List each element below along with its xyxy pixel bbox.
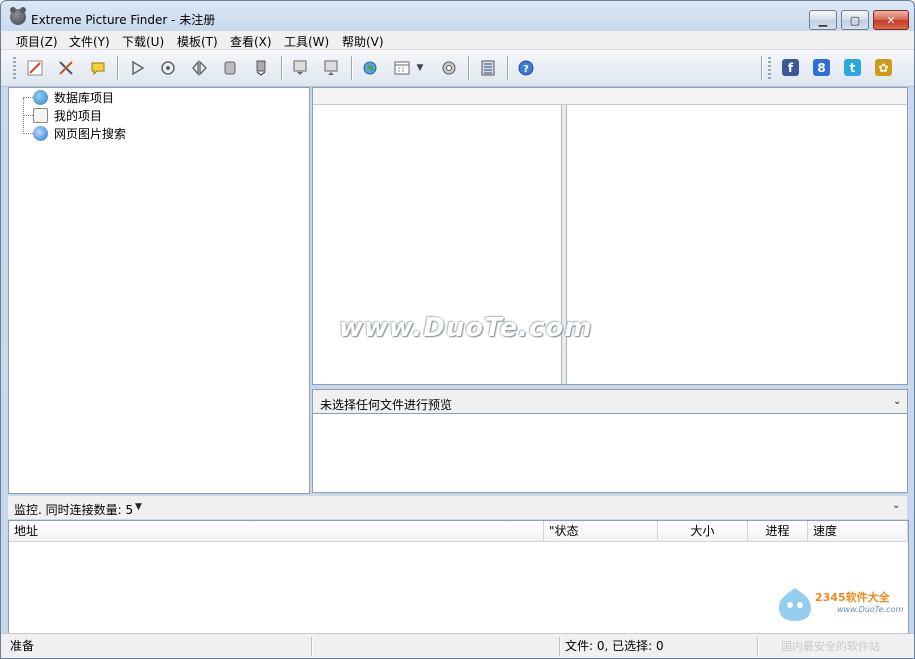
toolbar-grip[interactable] xyxy=(13,57,16,79)
app-logo-icon xyxy=(10,7,26,25)
column-status[interactable]: "状态 xyxy=(544,521,658,541)
tree-item-web-image-search[interactable]: 网页图片搜索 xyxy=(33,124,126,142)
community-icon[interactable]: ✿ xyxy=(875,59,892,76)
filmstrip-icon[interactable] xyxy=(478,58,498,78)
status-ready: 准备 xyxy=(10,639,35,653)
site-logo: 2345软件大全 www.DuoTe.com xyxy=(775,579,914,631)
import-icon[interactable] xyxy=(290,58,310,78)
menu-project[interactable]: 项目(Z) xyxy=(16,33,58,50)
toolbar-separator xyxy=(761,56,763,80)
menu-file[interactable]: 文件(Y) xyxy=(69,33,110,50)
toolbar-separator xyxy=(281,56,283,80)
logo-brand: 2345软件大全 xyxy=(815,591,890,604)
toolbar-separator xyxy=(468,56,470,80)
preview-label: 未选择任何文件进行预览 xyxy=(320,398,453,412)
help-icon[interactable]: ? xyxy=(516,58,536,78)
status-separator xyxy=(311,637,313,656)
toolbar-separator xyxy=(117,56,119,80)
project-folder-icon xyxy=(33,107,48,123)
play-icon[interactable] xyxy=(127,58,147,78)
status-files: 文件: 0, 已选择: 0 xyxy=(565,639,664,653)
settings-icon[interactable] xyxy=(439,58,459,78)
tree-connector xyxy=(23,133,33,134)
toolbar: ▼ ? f 8 t ✿ xyxy=(1,50,914,87)
download-icon[interactable] xyxy=(251,58,271,78)
tree-item-label: 我的项目 xyxy=(54,108,103,123)
step-icon[interactable] xyxy=(189,58,209,78)
column-speed[interactable]: 速度 xyxy=(808,521,908,541)
target-icon[interactable] xyxy=(158,58,178,78)
monitor-label[interactable]: 监控. 同时连接数量: 5 xyxy=(14,501,133,518)
toolbar-separator xyxy=(507,56,509,80)
column-size[interactable]: 大小 xyxy=(658,521,748,541)
status-bar: 准备 文件: 0, 已选择: 0 国内最安全的软件站 xyxy=(1,633,914,658)
list-header: 地址 "状态 大小 进程 速度 xyxy=(9,521,908,542)
calendar-icon[interactable] xyxy=(392,58,412,78)
export-icon[interactable] xyxy=(321,58,341,78)
chevron-down-icon[interactable]: ⌄ xyxy=(892,500,900,511)
stop-icon[interactable] xyxy=(220,58,240,78)
facebook-icon[interactable]: f xyxy=(782,59,799,76)
logo-url: www.DuoTe.com xyxy=(837,605,904,614)
chevron-down-icon[interactable]: ⌄ xyxy=(893,396,901,407)
svg-text:?: ? xyxy=(523,64,529,75)
status-separator xyxy=(559,637,561,656)
tree-item-my-projects[interactable]: 我的项目 xyxy=(33,106,102,124)
web-search-icon xyxy=(33,125,48,141)
maximize-button[interactable]: ▢ xyxy=(841,10,869,30)
status-separator xyxy=(757,637,759,656)
thumbnail-header xyxy=(313,88,907,105)
title-bar: Extreme Picture Finder - 未注册 ▁ ▢ ✕ xyxy=(1,1,914,31)
menu-download[interactable]: 下载(U) xyxy=(122,33,164,50)
connections-dropdown-icon[interactable]: ▼ xyxy=(135,502,142,512)
menu-bar: 项目(Z) 文件(Y) 下载(U) 模板(T) 查看(X) 工具(W) 帮助(V… xyxy=(1,31,914,50)
watermark-text: www.DuoTe.com xyxy=(339,313,593,343)
close-button[interactable]: ✕ xyxy=(873,10,909,30)
toolbar-grip[interactable] xyxy=(768,57,771,79)
menu-template[interactable]: 模板(T) xyxy=(177,33,218,50)
minimize-button[interactable]: ▁ xyxy=(809,10,837,30)
column-progress[interactable]: 进程 xyxy=(748,521,808,541)
preview-dropdown[interactable]: 未选择任何文件进行预览 ⌄ xyxy=(312,389,908,414)
tree-connector xyxy=(23,97,33,98)
download-list[interactable]: 地址 "状态 大小 进程 速度 xyxy=(8,520,909,634)
menu-tools[interactable]: 工具(W) xyxy=(284,33,329,50)
window-title: Extreme Picture Finder - 未注册 xyxy=(31,13,216,27)
tree-connector xyxy=(23,98,24,134)
project-tree[interactable]: 数据库项目 我的项目 网页图片搜索 xyxy=(8,87,310,494)
app-window: Extreme Picture Finder - 未注册 ▁ ▢ ✕ 项目(Z)… xyxy=(0,0,915,659)
tree-item-label: 数据库项目 xyxy=(54,90,115,105)
edit-project-icon[interactable] xyxy=(25,58,45,78)
globe-database-icon xyxy=(33,89,48,105)
twitter-icon[interactable]: t xyxy=(844,59,861,76)
tools-icon[interactable] xyxy=(56,58,76,78)
menu-view[interactable]: 查看(X) xyxy=(230,33,272,50)
monitor-bar: 监控. 同时连接数量: 5 ▼ ⌄ xyxy=(8,496,907,519)
tree-item-label: 网页图片搜索 xyxy=(54,126,127,141)
tree-connector xyxy=(23,115,33,116)
menu-help[interactable]: 帮助(V) xyxy=(342,33,384,50)
column-address[interactable]: 地址 xyxy=(9,521,544,541)
tree-item-database-projects[interactable]: 数据库项目 xyxy=(33,88,114,106)
toolbar-separator xyxy=(351,56,353,80)
web-icon[interactable] xyxy=(360,58,380,78)
comment-icon[interactable] xyxy=(88,58,108,78)
google-plus-icon[interactable]: 8 xyxy=(813,59,830,76)
calendar-dropdown-icon[interactable]: ▼ xyxy=(415,58,425,78)
logo-footer: 国内最安全的软件站 xyxy=(781,640,880,653)
preview-panel xyxy=(312,413,908,493)
